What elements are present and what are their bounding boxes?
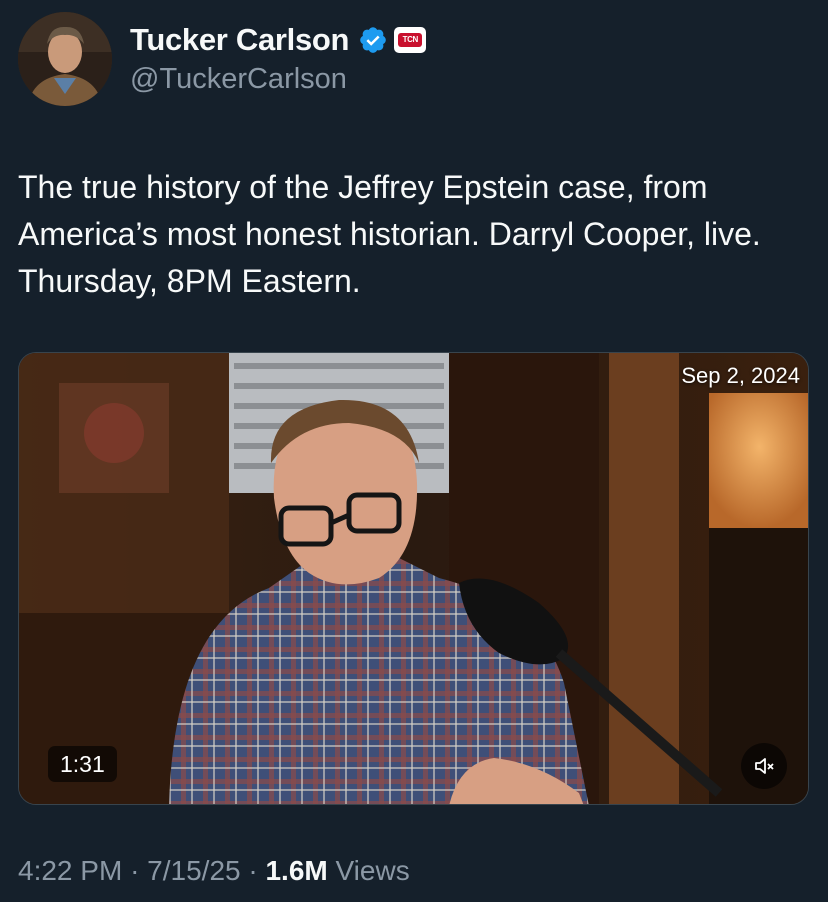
post-date[interactable]: 7/15/25	[147, 855, 240, 886]
author-display-name[interactable]: Tucker Carlson	[130, 22, 350, 58]
views-label: Views	[335, 855, 410, 886]
verified-badge-icon	[360, 27, 387, 53]
affiliation-badge-icon[interactable]: TCN	[394, 27, 427, 53]
mute-button[interactable]	[741, 743, 787, 789]
author-handle[interactable]: @TuckerCarlson	[130, 63, 347, 96]
post-time[interactable]: 4:22 PM	[18, 855, 122, 886]
author-name-row: Tucker Carlson TCN	[130, 20, 427, 60]
meta-separator: ·	[130, 855, 140, 886]
views-count: 1.6M	[265, 855, 328, 886]
video-date-overlay: Sep 2, 2024	[681, 363, 800, 388]
video-duration-badge: 1:31	[48, 746, 117, 782]
speaker-muted-icon	[755, 758, 774, 774]
tweet-metadata: 4:22 PM · 7/15/25 · 1.6M Views	[18, 855, 410, 887]
video-player[interactable]: Sep 2, 2024 1:31	[18, 352, 809, 805]
tweet-text: The true history of the Jeffrey Epstein …	[18, 169, 761, 299]
video-thumbnail	[19, 353, 808, 804]
meta-separator: ·	[248, 855, 258, 886]
author-avatar[interactable]	[18, 12, 112, 106]
affiliation-badge-label: TCN	[398, 33, 423, 47]
